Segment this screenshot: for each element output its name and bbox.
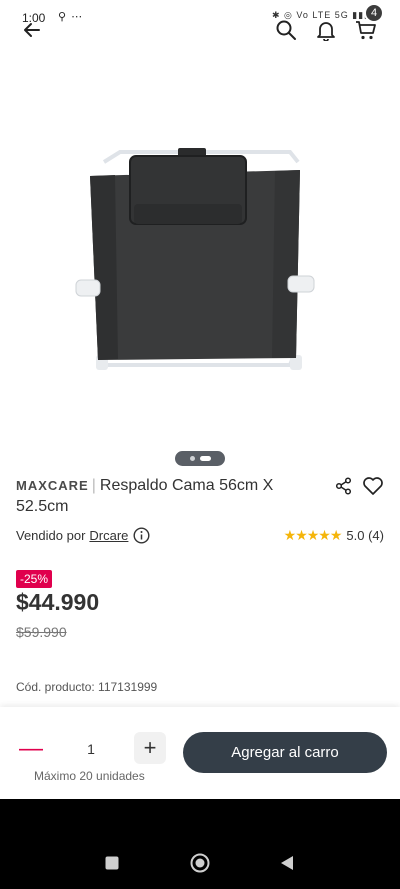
search-button[interactable] [268, 12, 304, 48]
triangle-back-icon [281, 856, 293, 870]
product-image[interactable] [60, 130, 340, 380]
seller-info: Vendido por Drcare [16, 527, 150, 544]
cart-count-badge: 4 [364, 3, 384, 23]
original-price: $59.990 [16, 624, 67, 640]
seller-link[interactable]: Drcare [89, 528, 128, 543]
top-app-bar [0, 8, 400, 50]
quantity-value: 1 [87, 741, 95, 757]
image-carousel-indicator[interactable] [175, 451, 225, 466]
home-circle-icon [190, 853, 210, 873]
arrow-left-icon [24, 23, 40, 37]
product-code: Cód. producto: 117131999 [16, 680, 158, 694]
rating-stars: ★★★★★ [283, 527, 343, 543]
favorite-button[interactable] [358, 472, 388, 500]
search-icon [276, 20, 296, 40]
brand-separator: | [91, 477, 96, 494]
share-button[interactable] [330, 472, 358, 500]
heart-icon [363, 477, 383, 495]
share-icon [335, 477, 352, 495]
add-to-cart-button[interactable]: Agregar al carro [183, 732, 387, 773]
quantity-increase-button[interactable]: + [134, 732, 166, 764]
current-price: $44.990 [16, 589, 100, 615]
product-title: MAXCARE | Respaldo Cama 56cm X 52.5cm [16, 475, 326, 517]
carousel-dot[interactable] [189, 456, 195, 461]
max-quantity-label: Máximo 20 unidades [34, 769, 145, 783]
notifications-button[interactable] [308, 12, 344, 48]
rating-value: 5.0 (4) [346, 528, 384, 543]
bell-icon [317, 22, 335, 41]
quantity-decrease-button[interactable]: — [16, 734, 46, 764]
product-brand[interactable]: MAXCARE [16, 478, 89, 493]
square-icon [105, 856, 119, 870]
sold-by-label: Vendido por [16, 528, 86, 543]
back-nav-button[interactable] [272, 850, 302, 876]
back-button[interactable] [14, 12, 50, 48]
home-button[interactable] [185, 850, 215, 876]
product-rating[interactable]: ★★★★★ 5.0 (4) [284, 527, 384, 544]
info-icon[interactable] [133, 527, 150, 544]
discount-badge: -25% [16, 570, 53, 588]
recents-button[interactable] [97, 850, 127, 876]
carousel-dot-active[interactable] [199, 456, 211, 461]
